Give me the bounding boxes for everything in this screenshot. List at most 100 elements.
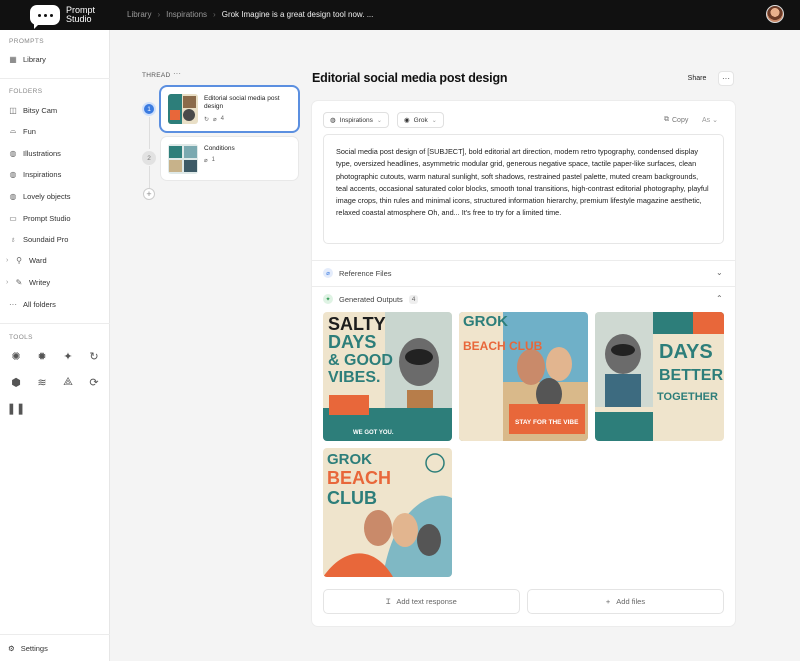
generated-output-4[interactable]: GROK BEACH CLUB <box>323 448 452 577</box>
add-step-button[interactable]: + <box>143 188 155 200</box>
settings-label: Settings <box>20 644 48 653</box>
sidebar-item-label: All folders <box>23 299 56 309</box>
output-4-headline-3: CLUB <box>327 488 377 508</box>
folder-icon: ▭ <box>9 213 17 223</box>
refresh-icon: ↻ <box>204 117 210 123</box>
thread-card-title: Editorial social media post design <box>204 95 280 110</box>
sidebar-item-label: Library <box>23 54 46 64</box>
generated-output-1[interactable]: SALTY DAYS & GOOD VIBES. WE GOT YOU. <box>323 312 452 441</box>
user-avatar[interactable] <box>766 5 784 23</box>
sparkle-burst-icon[interactable]: ✹ <box>36 350 48 363</box>
refresh-icon[interactable]: ↻ <box>88 350 100 363</box>
thread-card-meta: ↻ ⌀ 4 <box>204 116 224 123</box>
palette-icon: ◍ <box>9 148 17 158</box>
sidebar-item-bitsy-cam[interactable]: ◫ Bitsy Cam <box>8 102 104 118</box>
thread-card-title: Conditions <box>204 145 235 152</box>
outputs-count-badge: 4 <box>408 294 419 304</box>
divider <box>312 260 735 261</box>
tools-section-label: TOOLS <box>9 334 33 341</box>
pen-icon: ✎ <box>15 277 23 287</box>
cube-icon[interactable]: ⬢ <box>10 376 22 389</box>
chevron-down-icon: ⌄ <box>376 117 382 124</box>
thread-card-meta: ⌀ 1 <box>204 157 215 164</box>
add-text-response-button[interactable]: Ɪ Add text response <box>323 589 520 614</box>
output-1-headline-4: VIBES. <box>328 369 380 386</box>
sidebar-item-fun[interactable]: ⌓ Fun <box>8 123 104 139</box>
palette-icon: ◍ <box>330 117 336 124</box>
chevron-up-icon[interactable]: ⌃ <box>716 294 723 303</box>
share-button[interactable]: Share <box>682 71 712 86</box>
thread-connector <box>148 117 150 149</box>
app-logo[interactable]: Prompt Studio <box>30 5 95 29</box>
reference-files-label: Reference Files <box>339 268 392 278</box>
generated-outputs-label: Generated Outputs <box>339 294 403 304</box>
output-1-headline-1: SALTY <box>328 314 386 334</box>
sidebar-item-label: Soundaid Pro <box>23 234 69 244</box>
model-select[interactable]: ◉ Grok ⌄ <box>397 112 444 128</box>
pin-icon: ⚲ <box>16 255 22 265</box>
prompts-section-label: PROMPTS <box>9 38 44 45</box>
sparkle-icon: ✦ <box>323 294 333 304</box>
chevron-down-icon[interactable]: ⌄ <box>716 268 723 277</box>
generated-outputs-header[interactable]: ✦ Generated Outputs 4 <box>323 293 419 305</box>
sidebar-item-soundaid-pro[interactable]: ♁ Soundaid Pro <box>8 231 104 247</box>
sidebar-item-label: Inspirations <box>23 169 62 179</box>
chevron-right-icon: › <box>213 10 216 19</box>
text-cursor-icon: Ɪ <box>386 596 391 606</box>
sidebar-item-ward[interactable]: › ⚲ Ward <box>6 252 104 268</box>
chevron-right-icon[interactable]: › <box>6 279 14 286</box>
output-2-headline-1: GROK <box>463 313 508 330</box>
sidebar-item-lovely-objects[interactable]: ◍ Lovely objects <box>8 188 104 204</box>
folders-section-label: FOLDERS <box>9 88 43 95</box>
thread-card-2[interactable]: Conditions ⌀ 1 <box>161 137 298 180</box>
add-files-button[interactable]: + Add files <box>527 589 724 614</box>
breadcrumb-library[interactable]: Library <box>127 10 151 19</box>
thread-step-2[interactable]: 2 <box>142 151 156 165</box>
folder-select[interactable]: ◍ Inspirations ⌄ <box>323 112 389 128</box>
output-4-headline-2: BEACH <box>327 468 391 488</box>
plus-icon: + <box>605 597 611 606</box>
sidebar-item-prompt-studio[interactable]: ▭ Prompt Studio <box>8 210 104 226</box>
rss-icon[interactable]: ≋ <box>36 376 48 389</box>
attachment-icon: ⌀ <box>213 117 217 123</box>
triangle-icon[interactable]: ⟁ <box>62 376 74 388</box>
settings-button[interactable]: ⚙ Settings <box>8 644 48 653</box>
aperture-icon[interactable]: ✺ <box>10 350 22 363</box>
top-bar: Prompt Studio Library › Inspirations › G… <box>0 0 800 30</box>
thread-card-1[interactable]: Editorial social media post design ↻ ⌀ 4 <box>161 87 298 131</box>
sidebar-item-illustrations[interactable]: ◍ Illustrations <box>8 145 104 161</box>
output-3-headline-2: BETTER <box>659 367 723 384</box>
output-1-tagline: WE GOT YOU. <box>353 430 394 436</box>
generated-output-2[interactable]: GROK BEACH CLUB STAY FOR THE VIBE <box>459 312 588 441</box>
copy-icon: ⧉ <box>664 116 669 123</box>
add-text-response-label: Add text response <box>396 597 457 606</box>
sync-icon[interactable]: ⟳ <box>88 376 100 389</box>
output-1-headline-3: & GOOD <box>328 352 393 369</box>
breadcrumb-inspirations[interactable]: Inspirations <box>166 10 207 19</box>
attachment-count: 1 <box>211 157 215 163</box>
grok-icon: ◉ <box>404 117 410 124</box>
generated-output-3[interactable]: DAYS BETTER TOGETHER <box>595 312 724 441</box>
chat-bubble-icon <box>30 5 60 29</box>
chevron-right-icon: › <box>157 10 161 19</box>
more-options-button[interactable]: ··· <box>718 71 734 86</box>
pause-icon[interactable]: ❚❚ <box>7 402 25 415</box>
more-horizontal-icon[interactable]: ··· <box>173 69 181 78</box>
copy-button[interactable]: ⧉ Copy <box>664 116 688 124</box>
sidebar-item-writey[interactable]: › ✎ Writey <box>6 274 104 290</box>
divider <box>0 323 110 324</box>
sidebar-item-inspirations[interactable]: ◍ Inspirations <box>8 166 104 182</box>
sparkle-icon[interactable]: ✦ <box>62 350 74 363</box>
breadcrumb: Library › Inspirations › Grok Imagine is… <box>127 10 373 19</box>
sidebar-item-label: Illustrations <box>23 148 61 158</box>
reference-files-header[interactable]: ⌀ Reference Files <box>323 267 392 279</box>
chevron-right-icon[interactable]: › <box>6 257 14 264</box>
output-4-headline-1: GROK <box>327 451 372 468</box>
thread-step-1[interactable]: 1 <box>142 102 156 116</box>
prompt-text[interactable]: Social media post design of [SUBJECT], b… <box>323 134 724 244</box>
as-select[interactable]: As ⌄ <box>702 116 718 124</box>
sidebar-item-library[interactable]: ▦ Library <box>8 51 104 67</box>
sidebar-item-all-folders[interactable]: ··· All folders <box>8 296 104 312</box>
sidebar: PROMPTS ▦ Library FOLDERS ◫ Bitsy Cam ⌓ … <box>0 30 110 661</box>
attachment-icon: ⌀ <box>204 158 208 164</box>
